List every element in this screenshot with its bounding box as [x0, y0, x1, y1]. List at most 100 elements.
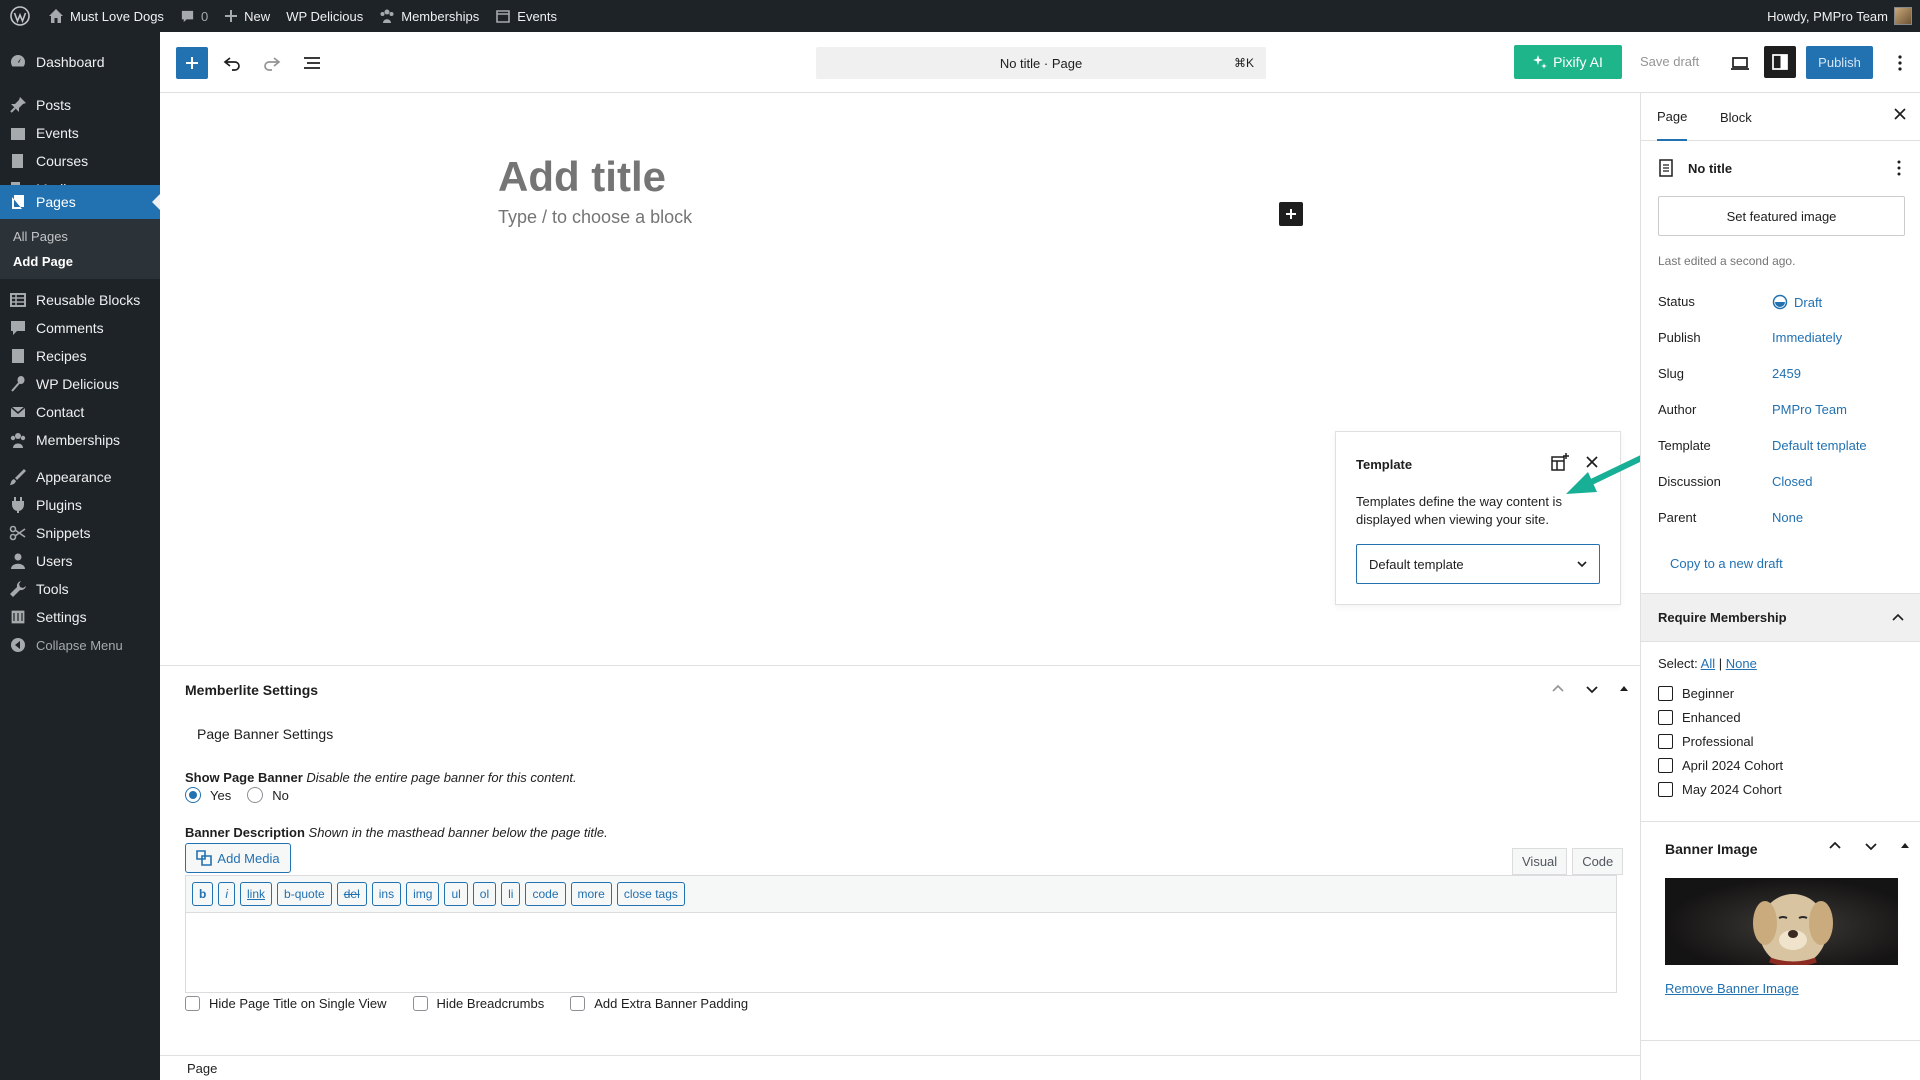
collapse-menu-button[interactable]: Collapse Menu [0, 628, 160, 662]
quicktag-close-tags[interactable]: close tags [616, 882, 685, 906]
quicktag-li[interactable]: li [501, 882, 521, 906]
settings-sidebar-toggle[interactable] [1764, 46, 1796, 78]
quicktag-bold[interactable]: b [192, 882, 214, 906]
new-content-link[interactable]: New [216, 0, 278, 32]
menu-memberships[interactable]: Memberships [0, 423, 160, 457]
document-overview-button[interactable] [296, 47, 328, 79]
add-template-icon [1551, 453, 1569, 471]
tab-visual[interactable]: Visual [1512, 848, 1568, 875]
tab-code[interactable]: Code [1572, 848, 1624, 875]
table-icon [10, 293, 26, 307]
parent-value[interactable]: None [1772, 510, 1803, 525]
site-name: Must Love Dogs [70, 8, 164, 24]
recipe-icon [12, 349, 24, 363]
extra-banner-padding-checkbox[interactable]: Add Extra Banner Padding [570, 996, 748, 1011]
slug-value[interactable]: 2459 [1772, 366, 1801, 381]
hide-breadcrumbs-checkbox[interactable]: Hide Breadcrumbs [412, 996, 544, 1011]
menu-label: Comments [36, 320, 104, 336]
caret-up-icon[interactable] [1899, 840, 1911, 852]
require-membership-panel-header[interactable]: Require Membership [1641, 593, 1920, 642]
pixify-ai-button[interactable]: Pixify AI [1514, 45, 1622, 79]
my-account[interactable]: Howdy, PMPro Team [1767, 0, 1912, 32]
close-popover-button[interactable] [1582, 452, 1602, 472]
chevron-up-icon[interactable] [1827, 838, 1843, 854]
undo-button[interactable] [216, 47, 248, 79]
comments-link[interactable]: 0 [172, 0, 216, 32]
hide-page-title-checkbox[interactable]: Hide Page Title on Single View [185, 996, 387, 1011]
menu-pages[interactable]: Pages [0, 185, 160, 219]
template-select[interactable]: Default template [1356, 544, 1600, 584]
menu-label: Recipes [36, 348, 87, 364]
preview-button[interactable] [1724, 47, 1756, 79]
template-value[interactable]: Default template [1772, 438, 1867, 453]
quicktag-del[interactable]: del [336, 882, 367, 906]
avatar [1894, 7, 1912, 25]
inline-inserter-button[interactable] [1279, 202, 1303, 226]
chevron-down-icon[interactable] [1584, 681, 1600, 697]
menu-label: Posts [36, 97, 72, 113]
menu-dashboard[interactable]: Dashboard [0, 45, 160, 79]
banner-description-textarea[interactable] [186, 913, 1616, 992]
select-none-link[interactable]: None [1726, 656, 1757, 671]
level-april-2024-cohort-checkbox[interactable]: April 2024 Cohort [1658, 758, 1783, 773]
level-may-2024-cohort-checkbox[interactable]: May 2024 Cohort [1658, 782, 1782, 797]
settings-sidebar: Page Block No title Set featured image L… [1640, 93, 1920, 1080]
calendar-icon [11, 128, 25, 140]
chevron-down-icon[interactable] [1863, 838, 1879, 854]
wp-delicious-link[interactable]: WP Delicious [278, 0, 371, 32]
level-enhanced-checkbox[interactable]: Enhanced [1658, 710, 1741, 725]
site-name-link[interactable]: Must Love Dogs [40, 0, 172, 32]
block-inserter-button[interactable] [176, 47, 208, 79]
create-template-button[interactable] [1548, 450, 1572, 474]
plus-icon [1286, 209, 1296, 219]
post-title-input[interactable]: Add title [498, 153, 666, 201]
quicktag-more[interactable]: more [570, 882, 612, 906]
publish-button[interactable]: Publish [1806, 46, 1873, 79]
quicktag-link[interactable]: link [240, 882, 273, 906]
dog-photo-icon [1753, 894, 1833, 965]
select-all-link[interactable]: All [1701, 656, 1715, 671]
command-palette-bar[interactable]: No title · Page ⌘K [816, 47, 1266, 79]
empty-block-placeholder[interactable]: Type / to choose a block [498, 207, 692, 228]
more-vertical-icon [1897, 160, 1901, 176]
redo-button[interactable] [256, 47, 288, 79]
set-featured-image-button[interactable]: Set featured image [1658, 196, 1905, 236]
footer-breadcrumb-page[interactable]: Page [187, 1061, 217, 1076]
radio-no[interactable]: No [247, 787, 289, 803]
show-banner-label: Show Page Banner [185, 770, 303, 785]
close-sidebar-button[interactable] [1893, 107, 1907, 126]
save-draft-button[interactable]: Save draft [1640, 54, 1699, 69]
tab-page[interactable]: Page [1657, 93, 1688, 141]
memberships-link[interactable]: Memberships [371, 0, 487, 32]
level-beginner-checkbox[interactable]: Beginner [1658, 686, 1734, 701]
chevron-up-icon[interactable] [1550, 681, 1566, 697]
tab-block[interactable]: Block [1720, 93, 1752, 141]
sidebar-tabs: Page Block [1641, 93, 1920, 141]
quicktag-code[interactable]: code [525, 882, 566, 906]
document-actions-button[interactable] [1891, 157, 1907, 179]
add-media-button[interactable]: Add Media [185, 843, 291, 873]
submenu-add-page[interactable]: Add Page [13, 254, 73, 269]
publish-label: Publish [1658, 330, 1701, 345]
quicktag-blockquote[interactable]: b-quote [277, 882, 332, 906]
publish-value[interactable]: Immediately [1772, 330, 1842, 345]
events-link[interactable]: Events [487, 0, 565, 32]
quicktag-ul[interactable]: ul [444, 882, 468, 906]
discussion-value[interactable]: Closed [1772, 474, 1812, 489]
options-menu-button[interactable] [1888, 47, 1912, 79]
submenu-all-pages[interactable]: All Pages [13, 229, 68, 244]
radio-yes[interactable]: Yes [185, 787, 231, 803]
quicktag-ins[interactable]: ins [371, 882, 402, 906]
quicktag-italic[interactable]: i [218, 882, 236, 906]
discussion-label: Discussion [1658, 474, 1721, 489]
level-professional-checkbox[interactable]: Professional [1658, 734, 1754, 749]
remove-banner-image-link[interactable]: Remove Banner Image [1665, 981, 1799, 996]
caret-up-icon[interactable] [1618, 683, 1630, 695]
copy-to-new-draft-button[interactable]: Copy to a new draft [1670, 556, 1783, 571]
status-value-text: Draft [1794, 294, 1823, 310]
author-value[interactable]: PMPro Team [1772, 402, 1847, 417]
quicktag-img[interactable]: img [406, 882, 440, 906]
quicktag-ol[interactable]: ol [472, 882, 497, 906]
status-value[interactable]: Draft [1772, 294, 1822, 310]
wp-logo-menu[interactable] [0, 0, 40, 32]
